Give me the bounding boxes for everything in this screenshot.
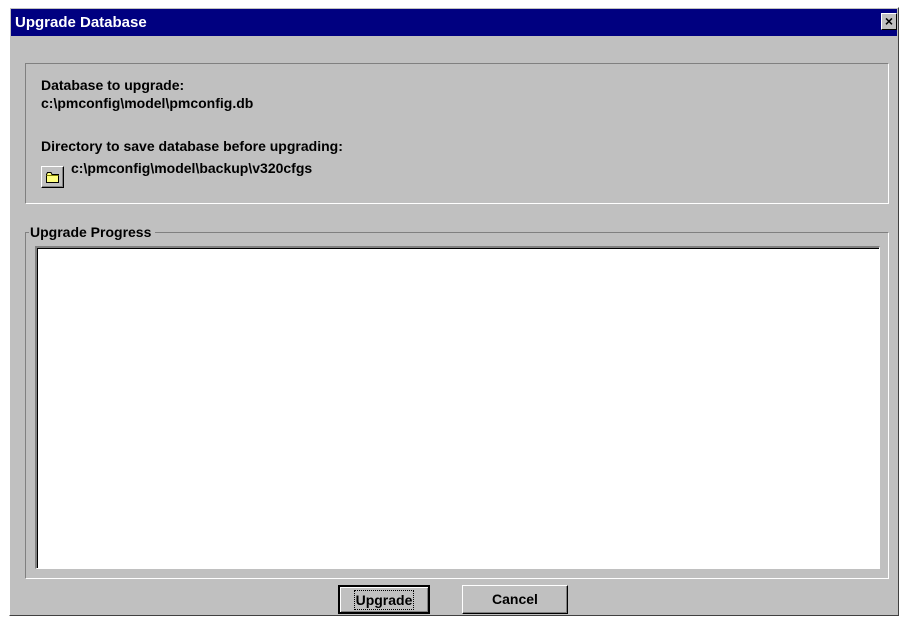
close-button[interactable]: × [881, 13, 897, 30]
database-to-upgrade-label: Database to upgrade: [41, 77, 185, 93]
window-title: Upgrade Database [15, 14, 147, 31]
upgrade-progress-group: Upgrade Progress [25, 224, 889, 579]
cancel-button-label: Cancel [492, 591, 538, 607]
close-icon: × [884, 13, 894, 29]
upgrade-button[interactable]: Upgrade [338, 585, 430, 614]
browse-folder-button[interactable] [41, 166, 64, 188]
backup-directory-path: c:\pmconfig\model\backup\v320cfgs [71, 160, 313, 176]
upgrade-progress-label: Upgrade Progress [29, 224, 156, 240]
title-bar[interactable]: Upgrade Database × [11, 9, 897, 36]
upgrade-progress-log[interactable] [35, 246, 880, 569]
database-path: c:\pmconfig\model\pmconfig.db [41, 95, 254, 111]
database-info-panel: Database to upgrade: c:\pmconfig\model\p… [25, 63, 889, 204]
upgrade-database-dialog: Upgrade Database × Database to upgrade: … [9, 7, 899, 616]
cancel-button[interactable]: Cancel [462, 585, 568, 614]
backup-directory-label: Directory to save database before upgrad… [41, 138, 343, 154]
folder-icon [46, 172, 59, 183]
upgrade-button-label: Upgrade [353, 590, 415, 610]
